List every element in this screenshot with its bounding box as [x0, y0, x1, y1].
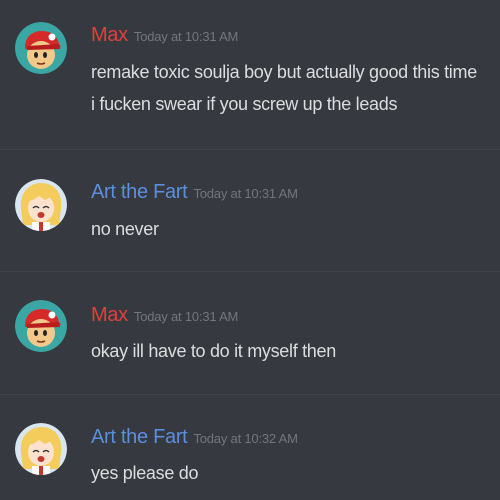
- timestamp: Today at 10:32 AM: [193, 431, 298, 446]
- username[interactable]: Art the Fart: [91, 181, 188, 203]
- message-divider: [0, 149, 500, 150]
- message-text: yes please do: [91, 463, 199, 483]
- max-avatar-icon[interactable]: [15, 300, 67, 352]
- timestamp: Today at 10:31 AM: [133, 309, 239, 324]
- username[interactable]: Max: [91, 304, 128, 326]
- username[interactable]: Art the Fart: [91, 426, 188, 448]
- art-avatar-icon[interactable]: [15, 423, 67, 475]
- timestamp: Today at 10:31 AM: [193, 186, 298, 201]
- message-divider: [0, 271, 500, 272]
- message-text: remake toxic soulja boy but actually goo…: [91, 62, 477, 82]
- art-avatar-icon[interactable]: [15, 179, 67, 231]
- timestamp: Today at 10:31 AM: [133, 29, 239, 44]
- message-text: i fucken swear if you screw up the leads: [91, 94, 398, 114]
- username[interactable]: Max: [91, 24, 128, 46]
- max-avatar-icon[interactable]: [15, 22, 67, 74]
- message-text: okay ill have to do it myself then: [91, 341, 336, 361]
- message-text: no never: [91, 219, 159, 239]
- message-divider: [0, 394, 500, 395]
